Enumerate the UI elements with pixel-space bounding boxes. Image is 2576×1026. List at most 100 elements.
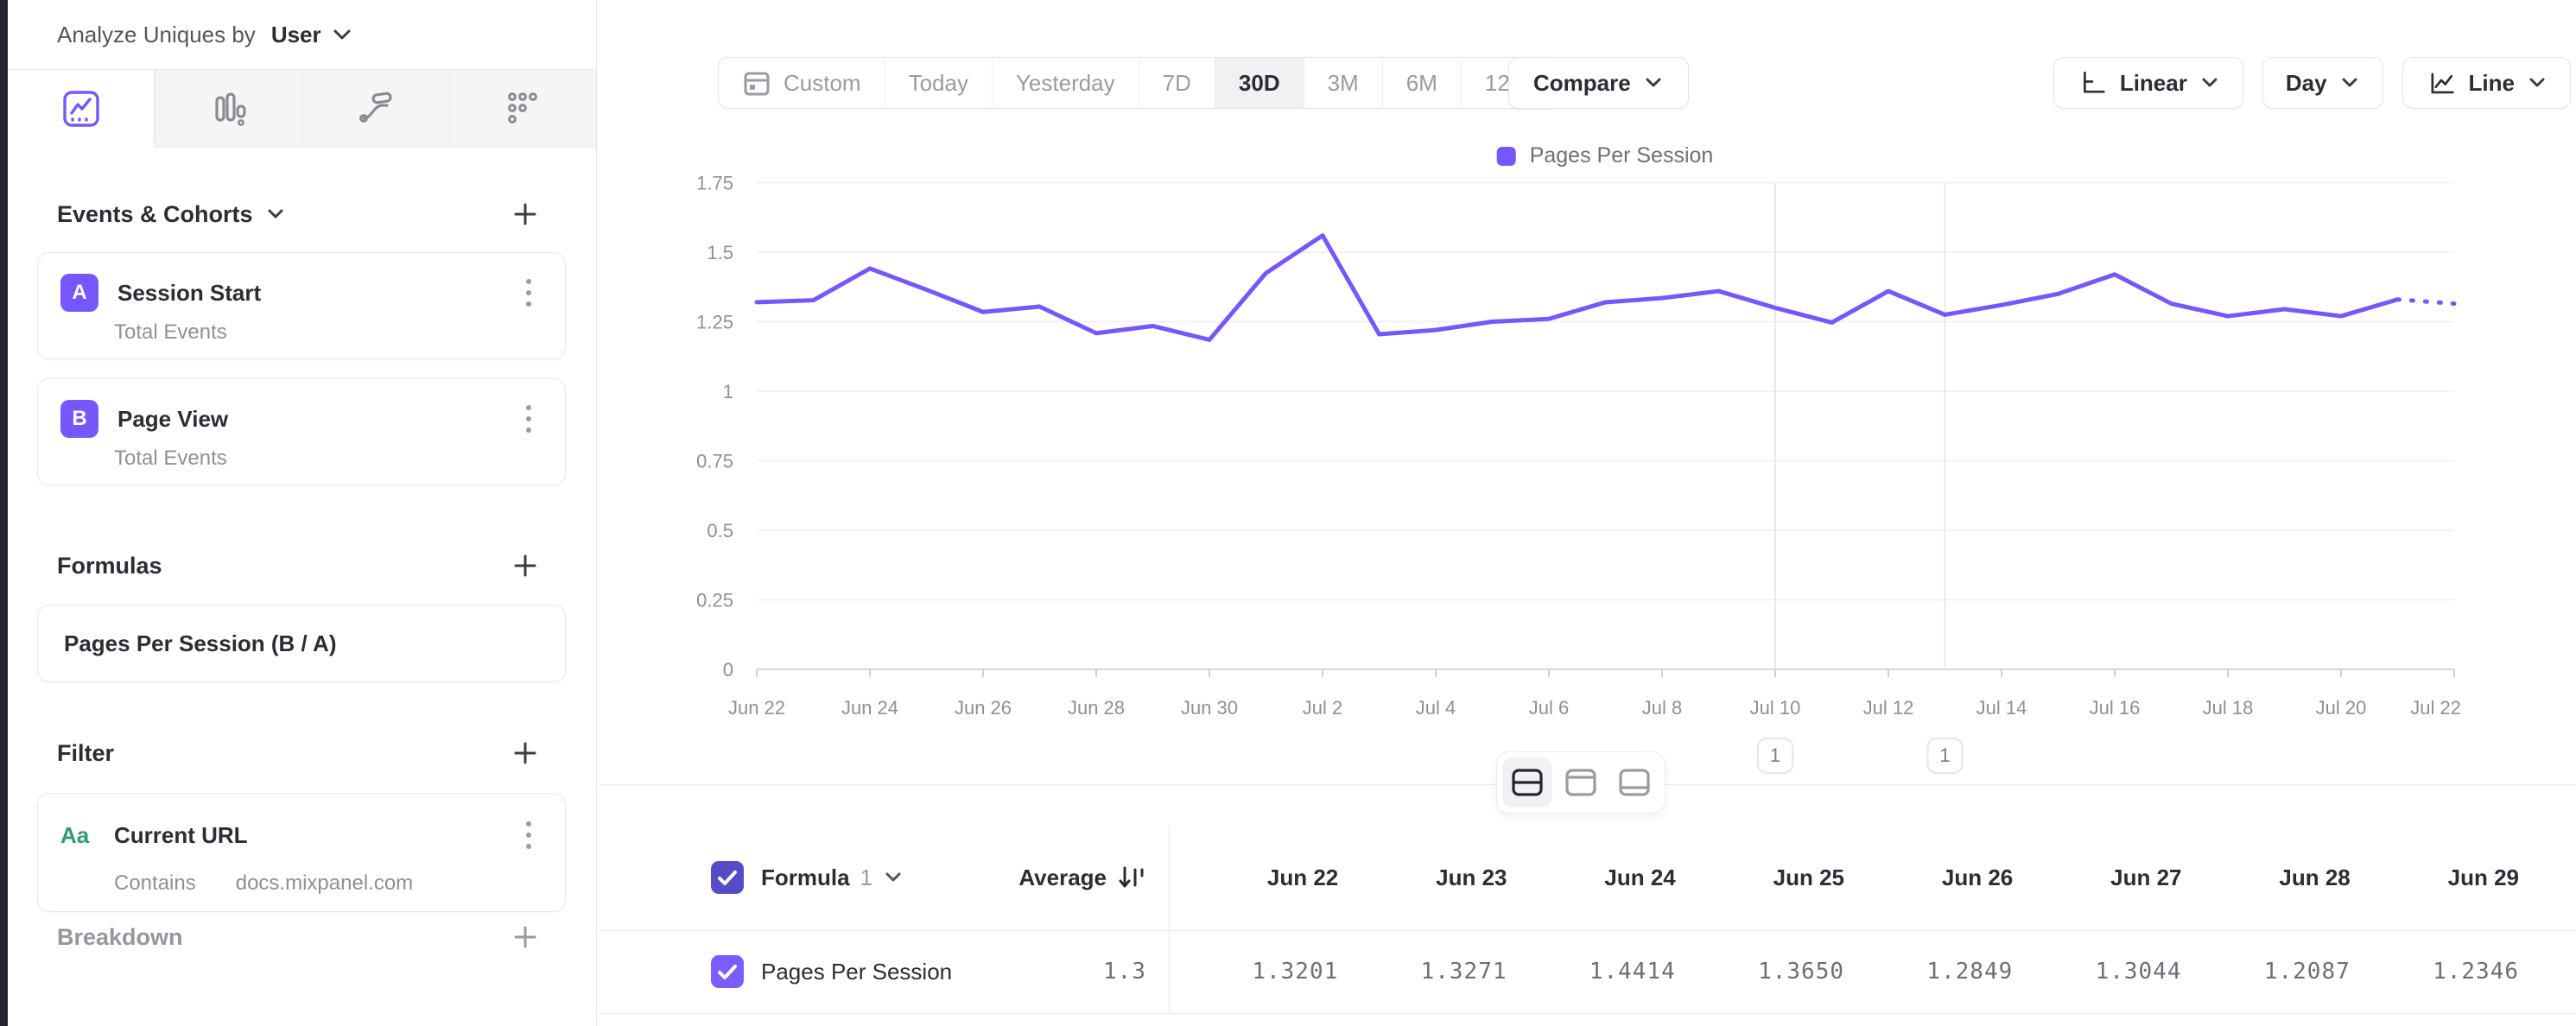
svg-text:Jul 20: Jul 20 <box>2316 697 2367 719</box>
events-section-header: Events & Cohorts <box>57 196 542 232</box>
cell-value: 1.3650 <box>1676 959 1844 985</box>
column-header[interactable]: Jun 27 <box>2013 864 2181 891</box>
table-bottom-border <box>598 1013 2576 1014</box>
event-aggregation[interactable]: Total Events <box>114 446 227 471</box>
svg-text:1.75: 1.75 <box>696 173 733 194</box>
chevron-down-icon <box>265 207 286 221</box>
cell-value: 1.2087 <box>2182 959 2351 985</box>
formula-title[interactable]: Pages Per Session (B / A) <box>64 630 336 657</box>
column-header[interactable]: Jun 22 <box>1170 864 1338 891</box>
bar-chart-icon <box>209 89 249 129</box>
cell-value: 1.2849 <box>1844 959 2013 985</box>
event-aggregation[interactable]: Total Events <box>114 320 227 345</box>
add-filter-button[interactable] <box>508 736 542 770</box>
table-header-row: Formula 1 Average Jun 22 Jun 23 Jun 24 J… <box>598 825 2576 930</box>
table-freeze-divider <box>1169 825 1170 1013</box>
split-view-icon <box>1511 768 1544 797</box>
event-title[interactable]: Session Start <box>117 280 513 307</box>
plus-icon <box>511 552 539 580</box>
event-card-session-start[interactable]: A Session Start Total Events <box>37 252 566 359</box>
formulas-section-header: Formulas <box>57 548 542 584</box>
breakdown-section-header: Breakdown <box>57 919 542 955</box>
column-header[interactable]: Jun 25 <box>1676 864 1844 891</box>
average-value: 1.3 <box>1103 959 1146 985</box>
cell-value: 1.3201 <box>1170 959 1338 985</box>
svg-text:Jul 4: Jul 4 <box>1416 697 1456 719</box>
svg-text:Jun 30: Jun 30 <box>1181 697 1238 719</box>
funnel-dots-icon <box>503 89 542 129</box>
filter-header-label: Filter <box>57 740 114 767</box>
analyze-prefix-label: Analyze Uniques by <box>57 22 256 48</box>
column-header[interactable]: Jun 26 <box>1844 864 2013 891</box>
sort-descending-icon[interactable] <box>1117 863 1146 892</box>
filter-operator[interactable]: Contains <box>114 871 196 896</box>
report-main-panel: Custom Today Yesterday 7D 30D 3M 6M 12M … <box>598 0 2576 1026</box>
svg-text:1.25: 1.25 <box>696 312 733 333</box>
svg-text:Jun 28: Jun 28 <box>1068 697 1125 719</box>
column-header[interactable]: Jun 28 <box>2182 864 2351 891</box>
cell-value: 1.2346 <box>2351 959 2519 985</box>
event-card-page-view[interactable]: B Page View Total Events <box>37 378 566 485</box>
chart-view-icon <box>1564 768 1597 797</box>
plus-icon <box>511 200 539 228</box>
kebab-menu-icon[interactable] <box>513 818 544 852</box>
svg-text:0.25: 0.25 <box>696 590 733 611</box>
svg-text:Jun 26: Jun 26 <box>955 697 1012 719</box>
events-header-label[interactable]: Events & Cohorts <box>57 201 286 228</box>
svg-text:Jun 22: Jun 22 <box>728 697 785 719</box>
tab-insights[interactable] <box>8 70 155 148</box>
svg-text:Jul 18: Jul 18 <box>2203 697 2254 719</box>
tab-retention[interactable] <box>449 70 596 148</box>
svg-text:Jul 22: Jul 22 <box>2410 697 2461 719</box>
svg-text:Jul 6: Jul 6 <box>1529 697 1569 719</box>
date-column-headers: Jun 22 Jun 23 Jun 24 Jun 25 Jun 26 Jun 2… <box>1170 825 2576 930</box>
flow-icon <box>356 89 396 129</box>
svg-text:Jun 24: Jun 24 <box>841 697 898 719</box>
filter-card-current-url[interactable]: Aa Current URL Contains docs.mixpanel.co… <box>37 793 566 912</box>
insights-line-chart-icon <box>61 89 101 129</box>
svg-text:Jul 12: Jul 12 <box>1863 697 1914 719</box>
event-title[interactable]: Page View <box>117 406 513 433</box>
filter-section-header: Filter <box>57 735 542 771</box>
table-row[interactable]: Pages Per Session 1.3 1.3201 1.3271 1.44… <box>598 930 2576 1013</box>
cell-value: 1.3044 <box>2013 959 2181 985</box>
plus-icon <box>511 739 539 767</box>
svg-text:0.5: 0.5 <box>707 520 733 542</box>
layout-table-button[interactable] <box>1609 757 1659 808</box>
chevron-down-icon[interactable] <box>332 28 352 41</box>
query-builder-sidebar: Analyze Uniques by User <box>8 0 597 1026</box>
column-header[interactable]: Jun 23 <box>1338 864 1507 891</box>
add-breakdown-button[interactable] <box>508 920 542 954</box>
column-header[interactable]: Jun 24 <box>1507 864 1676 891</box>
kebab-menu-icon[interactable] <box>513 276 544 310</box>
kebab-menu-icon[interactable] <box>513 402 544 436</box>
cell-value: 1.4414 <box>1507 959 1676 985</box>
add-formula-button[interactable] <box>508 548 542 583</box>
svg-text:Jul 2: Jul 2 <box>1303 697 1342 719</box>
line-chart[interactable]: 00.250.50.7511.251.51.75Jun 22Jun 24Jun … <box>598 86 2576 777</box>
tab-funnels[interactable] <box>155 70 301 148</box>
row-values: 1.3201 1.3271 1.4414 1.3650 1.2849 1.304… <box>1170 930 2576 1013</box>
string-property-icon: Aa <box>60 822 102 849</box>
report-type-tabs <box>8 70 596 148</box>
add-event-button[interactable] <box>508 197 542 231</box>
breakdown-header-label: Breakdown <box>57 924 183 951</box>
event-badge: A <box>60 274 98 312</box>
analyze-header: Analyze Uniques by User <box>8 0 596 70</box>
table-view-icon <box>1618 768 1651 797</box>
event-badge: B <box>60 400 98 438</box>
svg-text:1: 1 <box>723 381 733 402</box>
layout-split-button[interactable] <box>1502 757 1552 808</box>
layout-chart-button[interactable] <box>1556 757 1606 808</box>
filter-property[interactable]: Current URL <box>114 822 513 849</box>
analyze-by-dropdown[interactable]: User <box>271 22 321 48</box>
filter-value[interactable]: docs.mixpanel.com <box>236 871 413 896</box>
formula-card[interactable]: Pages Per Session (B / A) <box>37 605 566 682</box>
column-header[interactable]: Jun 29 <box>2351 864 2519 891</box>
window-edge-strip <box>0 0 8 1026</box>
tab-flows[interactable] <box>302 70 449 148</box>
plus-icon <box>511 923 539 951</box>
svg-text:Jul 10: Jul 10 <box>1750 697 1801 719</box>
average-column-header[interactable]: Average <box>1018 864 1107 891</box>
svg-text:Jul 8: Jul 8 <box>1642 697 1682 719</box>
